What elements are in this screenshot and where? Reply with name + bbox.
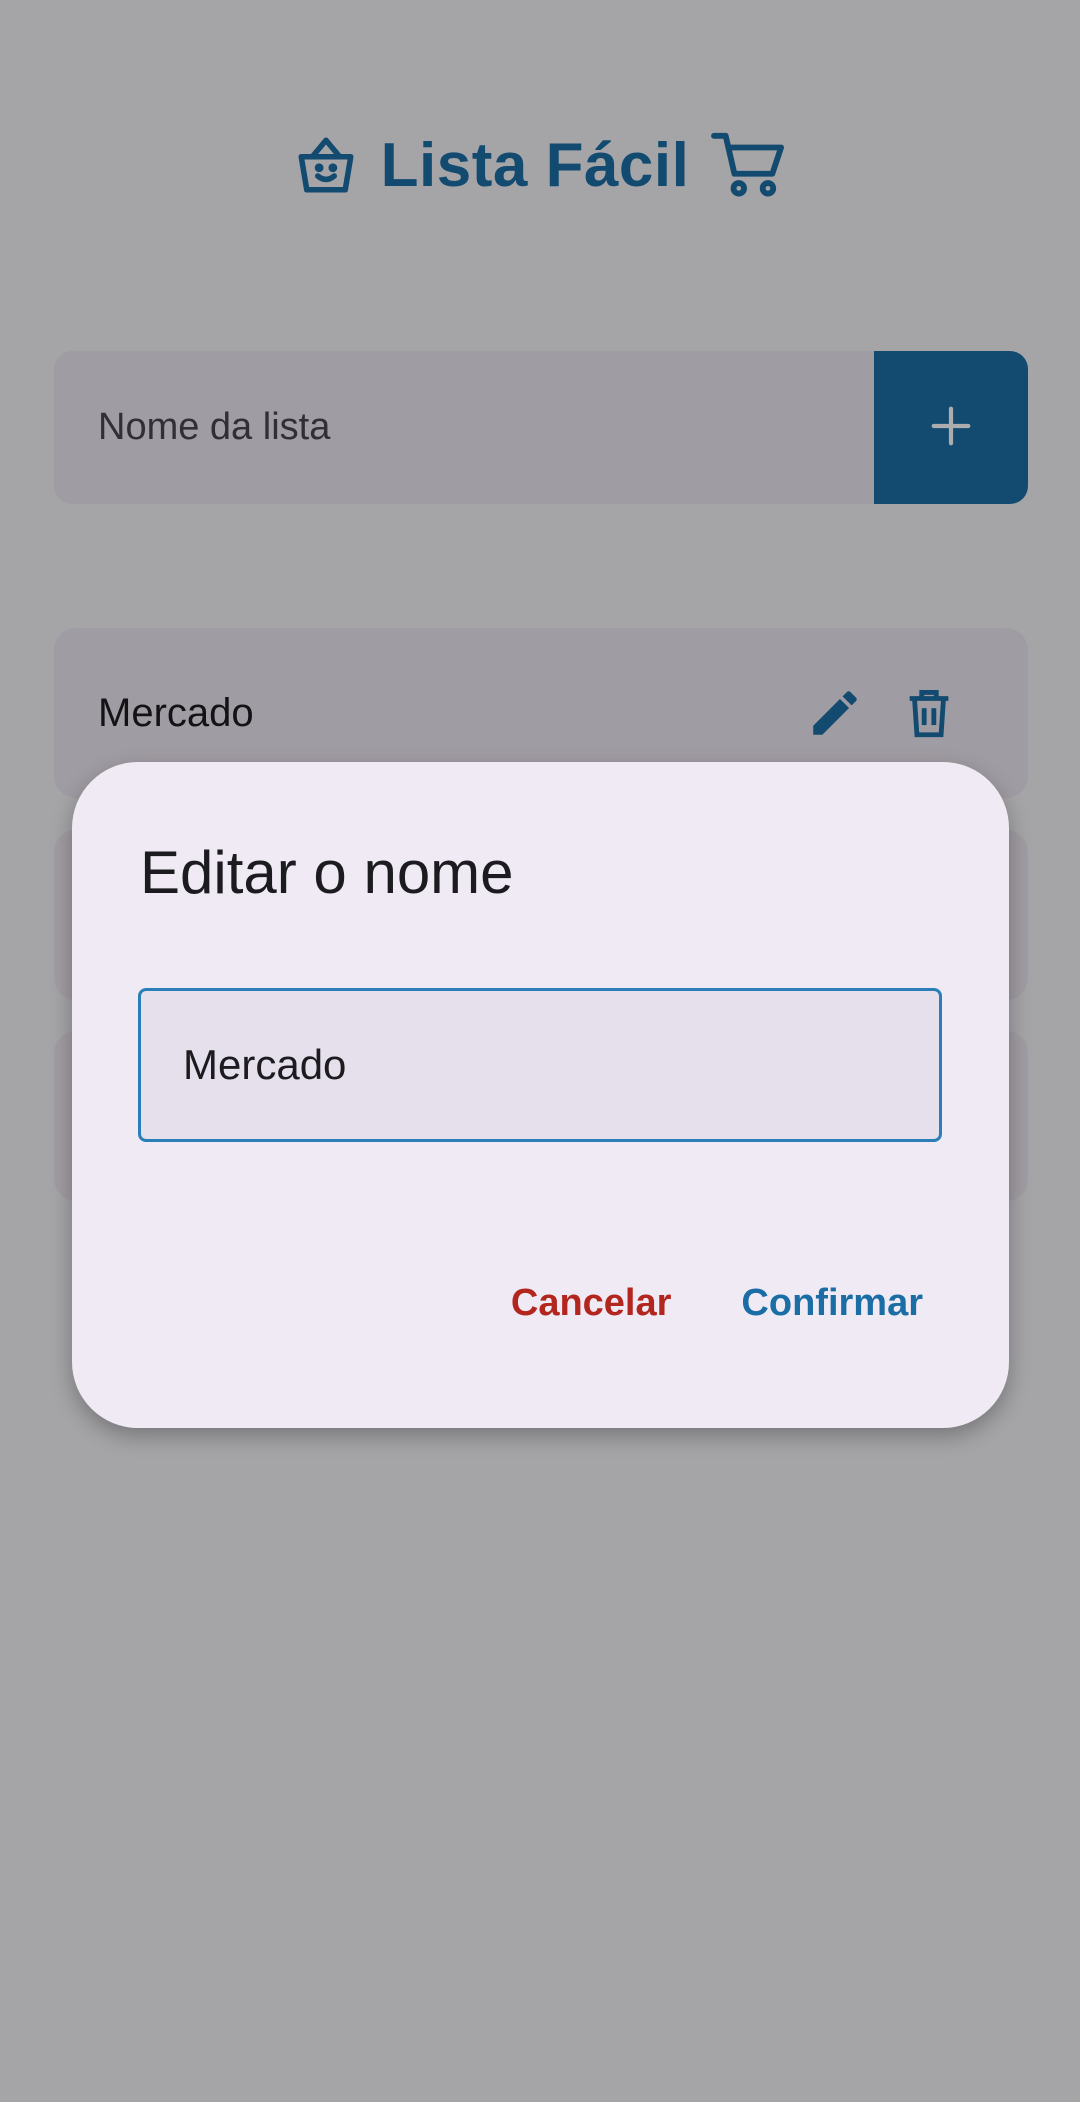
- dialog-title: Editar o nome: [140, 839, 514, 906]
- edit-name-dialog: Editar o nome Cancelar Confirmar: [72, 762, 1009, 1428]
- confirm-button[interactable]: Confirmar: [741, 1282, 923, 1325]
- edit-name-input[interactable]: [138, 988, 942, 1142]
- cancel-button[interactable]: Cancelar: [511, 1282, 672, 1325]
- app-screen: Lista Fácil Mercado: [0, 0, 1080, 2102]
- dialog-actions: Cancelar Confirmar: [511, 1282, 923, 1325]
